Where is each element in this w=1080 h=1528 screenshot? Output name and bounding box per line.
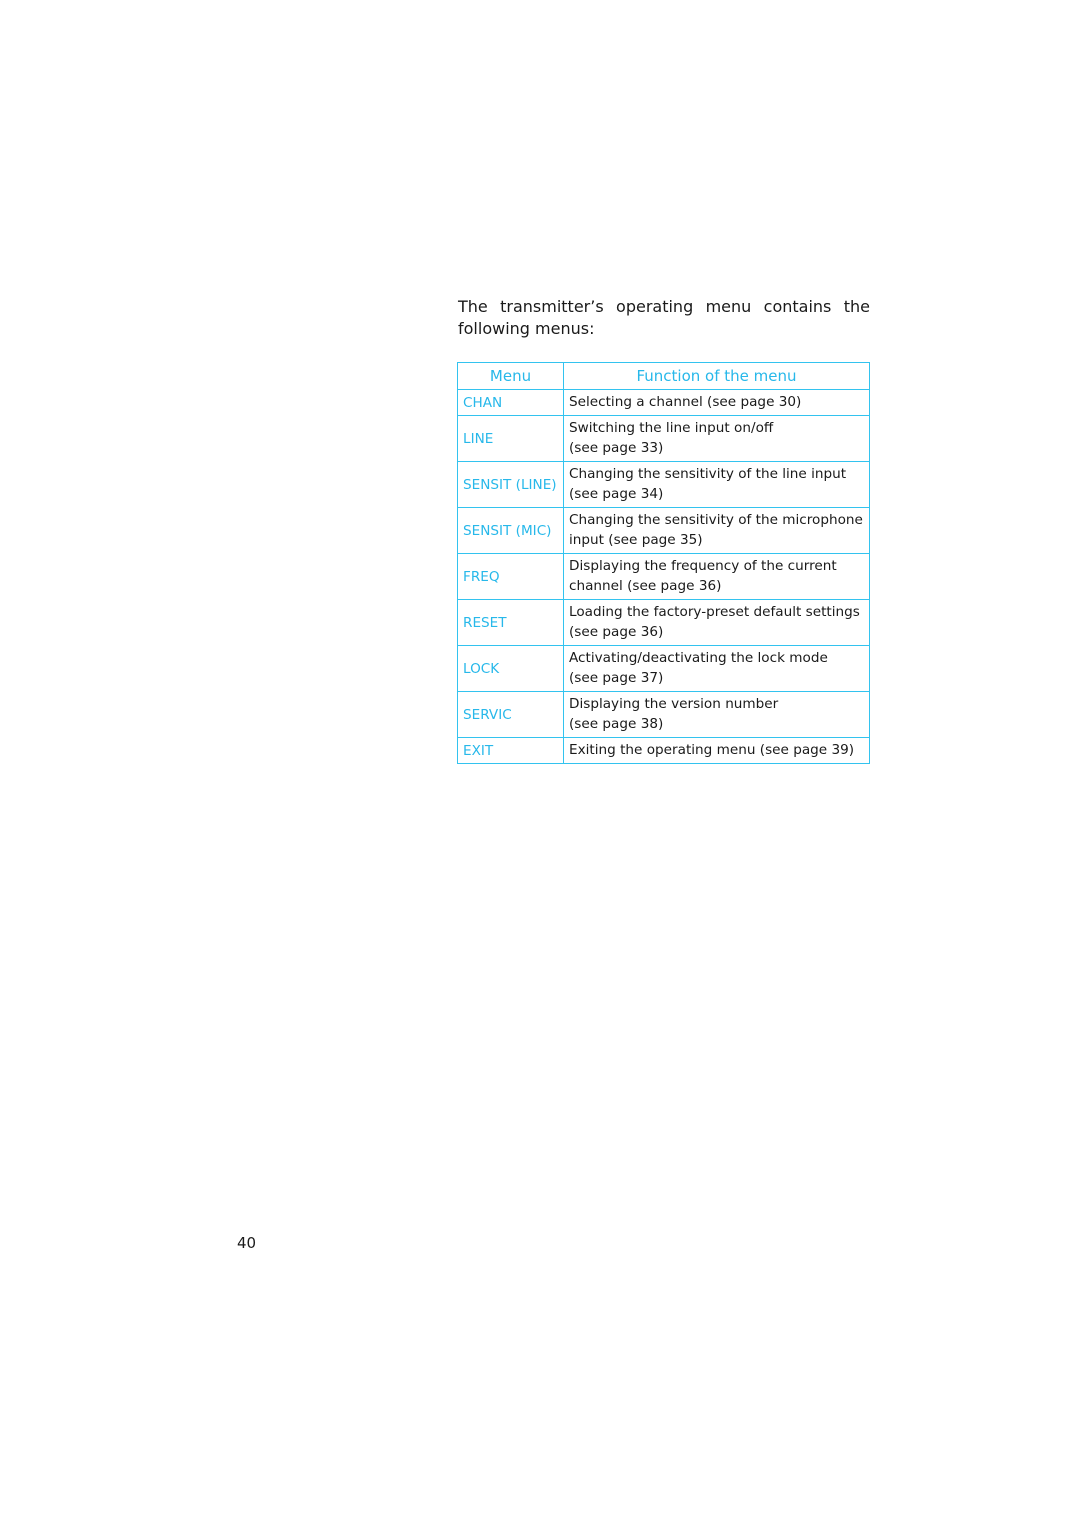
function-line: Selecting a channel (see page 30) — [569, 394, 802, 410]
table-row: SERVIC Displaying the version number (see… — [457, 691, 870, 738]
intro-paragraph: The transmitter’s operating menu contain… — [458, 296, 870, 340]
table-row: SENSIT (MIC) Changing the sensitivity of… — [457, 507, 870, 554]
function-line: (see page 37) — [569, 670, 664, 686]
menu-cell: CHAN — [457, 389, 564, 416]
function-line: (see page 38) — [569, 716, 664, 732]
function-cell: Changing the sensitivity of the line inp… — [563, 461, 870, 508]
menu-cell: RESET — [457, 599, 564, 646]
function-cell: Displaying the version number (see page 3… — [563, 691, 870, 738]
function-line: (see page 34) — [569, 486, 664, 502]
intro-line-2: following menus: — [458, 319, 595, 338]
function-cell: Displaying the frequency of the current c… — [563, 553, 870, 600]
function-cell: Changing the sensitivity of the micropho… — [563, 507, 870, 554]
header-menu: Menu — [457, 362, 564, 390]
function-line: Switching the line input on/off — [569, 420, 774, 436]
table-row: FREQ Displaying the frequency of the cur… — [457, 553, 870, 600]
table-row: SENSIT (LINE) Changing the sensitivity o… — [457, 461, 870, 508]
menu-cell: SERVIC — [457, 691, 564, 738]
table-row: CHAN Selecting a channel (see page 30) — [457, 389, 870, 416]
function-line: Loading the factory-preset default setti… — [569, 604, 860, 620]
menu-cell: SENSIT (MIC) — [457, 507, 564, 554]
table-body: CHAN Selecting a channel (see page 30) L… — [457, 389, 870, 764]
intro-line-1: The transmitter’s operating menu contain… — [458, 297, 870, 316]
function-line: channel (see page 36) — [569, 578, 722, 594]
function-cell: Loading the factory-preset default setti… — [563, 599, 870, 646]
function-cell: Switching the line input on/off (see page… — [563, 415, 870, 462]
function-line: Exiting the operating menu (see page 39) — [569, 742, 855, 758]
function-line: input (see page 35) — [569, 532, 703, 548]
header-function: Function of the menu — [563, 362, 870, 390]
table-row: RESET Loading the factory-preset default… — [457, 599, 870, 646]
table-header-row: Menu Function of the menu — [457, 362, 870, 390]
menu-cell: LINE — [457, 415, 564, 462]
function-line: Activating/deactivating the lock mode — [569, 650, 828, 666]
function-line: Changing the sensitivity of the micropho… — [569, 512, 863, 528]
function-line: Displaying the version number — [569, 696, 779, 712]
table-row: EXIT Exiting the operating menu (see pag… — [457, 737, 870, 764]
function-cell: Activating/deactivating the lock mode (se… — [563, 645, 870, 692]
table-row: LINE Switching the line input on/off (see… — [457, 415, 870, 462]
menu-table: Menu Function of the menu CHAN Selecting… — [457, 362, 870, 764]
menu-cell: EXIT — [457, 737, 564, 764]
menu-cell: SENSIT (LINE) — [457, 461, 564, 508]
function-line: (see page 33) — [569, 440, 664, 456]
function-cell: Exiting the operating menu (see page 39) — [563, 737, 870, 764]
function-cell: Selecting a channel (see page 30) — [563, 389, 870, 416]
menu-cell: FREQ — [457, 553, 564, 600]
menu-cell: LOCK — [457, 645, 564, 692]
function-line: Displaying the frequency of the current — [569, 558, 837, 574]
table-row: LOCK Activating/deactivating the lock mo… — [457, 645, 870, 692]
function-line: (see page 36) — [569, 624, 664, 640]
page-number: 40 — [237, 1234, 257, 1252]
function-line: Changing the sensitivity of the line inp… — [569, 466, 847, 482]
